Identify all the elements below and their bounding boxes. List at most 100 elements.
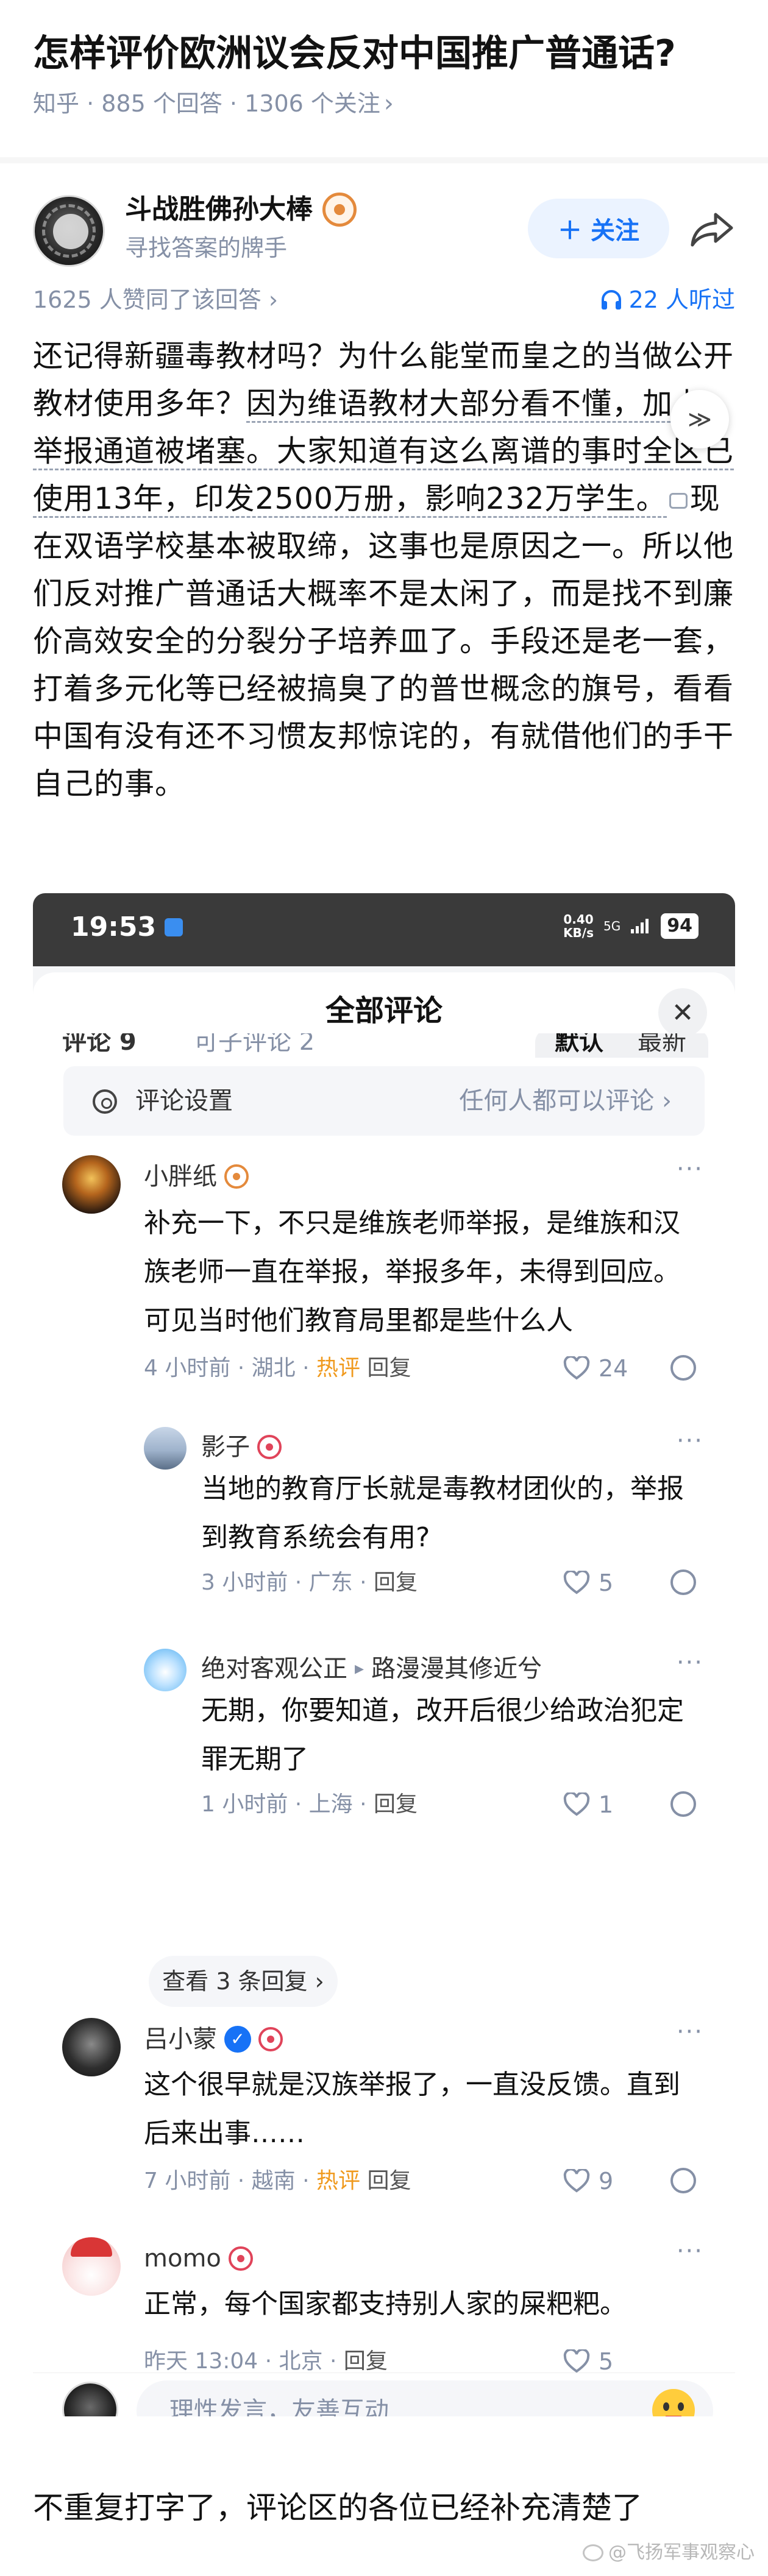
- answer-stats: 1625 人赞同了该回答 › 22 人听过: [33, 281, 735, 318]
- collapse-answer-button[interactable]: ≫: [670, 390, 729, 448]
- comments-sheet: 全部评论 ✕ 评论 9 可子评论 2 默认 最新 评论设置 任何人都可以评论 ›…: [33, 972, 735, 2416]
- level-badge-icon: [228, 2246, 253, 2271]
- battery-level: 94: [661, 913, 699, 939]
- commenter-avatar[interactable]: [144, 1427, 187, 1470]
- like-button[interactable]: 9: [563, 2165, 613, 2197]
- sort-toggle: 默认 最新: [535, 1033, 708, 1058]
- reply-button[interactable]: 回复: [374, 1792, 418, 1817]
- share-icon[interactable]: [689, 211, 735, 247]
- like-button[interactable]: 1: [563, 1789, 613, 1821]
- reply-button[interactable]: 回复: [367, 1356, 411, 1381]
- like-button[interactable]: 24: [563, 1353, 628, 1384]
- commenter-name[interactable]: 绝对客观公正: [201, 1651, 347, 1686]
- commenter-avatar[interactable]: [62, 2018, 121, 2076]
- reply-button[interactable]: 回复: [344, 2349, 388, 2374]
- settings-value: 任何人都可以评论 ›: [459, 1087, 672, 1115]
- verified-badge-icon: ✓: [224, 2026, 251, 2053]
- section-divider: [0, 157, 768, 163]
- commenter-name-wrap: momo: [144, 2241, 253, 2276]
- view-more-replies-button[interactable]: 查看 3 条回复 ›: [149, 1956, 338, 2007]
- level-badge-icon: [258, 2027, 283, 2051]
- listen-count: 22 人听过: [628, 286, 735, 313]
- comment-time-location: 3 小时前 · 广东 ·: [201, 1570, 374, 1595]
- network-speed-unit: KB/s: [563, 925, 594, 940]
- headphones-icon: [601, 290, 621, 310]
- status-indicators: 0.40 KB/s 5G 94: [563, 913, 699, 939]
- question-meta[interactable]: 知乎 · 885 个回答 · 1306 个关注 ›: [33, 87, 394, 121]
- like-count: 24: [599, 1355, 628, 1382]
- commenter-name-wrap: 绝对客观公正 ▸ 路漫漫其修近兮: [201, 1651, 542, 1686]
- heart-icon: [563, 1356, 590, 1380]
- like-button[interactable]: 5: [563, 1567, 613, 1599]
- signal-bars-icon: [631, 919, 649, 933]
- dislike-icon[interactable]: [670, 1355, 696, 1381]
- more-options-icon[interactable]: ···: [677, 1427, 703, 1455]
- santa-hat-decoration: [71, 2237, 112, 2257]
- dislike-icon[interactable]: [670, 1569, 696, 1595]
- comment-settings-bar[interactable]: 评论设置 任何人都可以评论 ›: [63, 1066, 705, 1136]
- more-options-icon[interactable]: ···: [677, 2018, 703, 2046]
- sort-default[interactable]: 默认: [555, 1033, 603, 1054]
- comment-meta: 4 小时前 · 湖北 · 热评 回复: [144, 1353, 411, 1384]
- comment-meta: 7 小时前 · 越南 · 热评 回复: [144, 2165, 411, 2197]
- like-count: 9: [599, 2168, 614, 2195]
- commenter-avatar[interactable]: [62, 2237, 121, 2296]
- comment-meta: 1 小时前 · 上海 · 回复: [201, 1789, 418, 1821]
- agree-count[interactable]: 1625 人赞同了该回答 ›: [33, 286, 278, 313]
- dislike-icon[interactable]: [670, 1791, 696, 1817]
- hot-comment-tag: 热评: [316, 1356, 361, 1381]
- emoji-icon[interactable]: [652, 2389, 695, 2416]
- question-meta-text: 知乎 · 885 个回答 · 1306 个关注: [33, 90, 380, 117]
- listen-count-wrap[interactable]: 22 人听过: [600, 281, 735, 318]
- question-title[interactable]: 怎样评价欧洲议会反对中国推广普通话?: [33, 26, 740, 82]
- author-row: 斗战胜佛孙大棒 寻找答案的牌手 ＋ 关注: [0, 183, 768, 274]
- author-name[interactable]: 斗战胜佛孙大棒: [125, 190, 313, 229]
- author-name-wrap[interactable]: 斗战胜佛孙大棒: [125, 190, 357, 229]
- commenter-name[interactable]: 小胖纸: [144, 1159, 217, 1194]
- watermark-text: @飞扬军事观察心: [608, 2542, 755, 2563]
- comment-item: 吕小蒙 ✓ ··· 这个很早就是汉族举报了，一直没反馈。直到后来出事…… 7 小…: [33, 2018, 735, 2201]
- avatar-face-decoration: [53, 214, 88, 249]
- app-notification-icon: [165, 918, 183, 936]
- tab-comments[interactable]: 评论 9: [62, 1033, 137, 1054]
- level-badge-icon: [257, 1435, 282, 1459]
- more-options-icon[interactable]: ···: [677, 1649, 703, 1677]
- status-time: 19:53: [71, 911, 157, 943]
- phone-status-bar: 19:53 0.40 KB/s 5G 94: [33, 893, 735, 966]
- reply-button[interactable]: 回复: [367, 2168, 411, 2193]
- comment-time-location: 4 小时前 · 湖北 ·: [144, 1356, 317, 1381]
- answer-body: 还记得新疆毒教材吗？为什么能堂而皇之的当做公开教材使用多年？因为维语教材大部分看…: [33, 333, 734, 808]
- comment-time-location: 1 小时前 · 上海 ·: [201, 1792, 374, 1817]
- commenter-name[interactable]: momo: [144, 2241, 221, 2276]
- comment-input-bar: 理性发言，友善互动: [33, 2373, 735, 2416]
- watermark: @飞扬军事观察心: [583, 2539, 755, 2566]
- follow-button[interactable]: ＋ 关注: [528, 199, 669, 258]
- commenter-name[interactable]: 吕小蒙: [144, 2022, 217, 2057]
- more-options-icon[interactable]: ···: [677, 1155, 703, 1183]
- weibo-logo-icon: [583, 2544, 603, 2561]
- dislike-icon[interactable]: [670, 2168, 696, 2193]
- heart-icon: [563, 1571, 590, 1594]
- commenter-avatar[interactable]: [62, 1155, 121, 1214]
- more-options-icon[interactable]: ···: [677, 2237, 703, 2265]
- comment-time-location: 昨天 13:04 · 北京 ·: [144, 2349, 344, 2374]
- comment-input[interactable]: 理性发言，友善互动: [137, 2380, 713, 2416]
- comment-input-placeholder: 理性发言，友善互动: [169, 2397, 389, 2416]
- commenter-avatar[interactable]: [144, 1649, 187, 1691]
- sort-latest[interactable]: 最新: [638, 1033, 686, 1054]
- tab-sub-comments[interactable]: 可子评论 2: [194, 1033, 315, 1054]
- like-count: 5: [599, 1569, 614, 1596]
- creator-badge-icon: [322, 193, 357, 227]
- segment-comment-icon[interactable]: [669, 492, 688, 509]
- comment-text: 当地的教育厅长就是毒教材团伙的，举报到教育系统会有用?: [201, 1473, 684, 1553]
- reply-to-name[interactable]: 路漫漫其修近兮: [371, 1651, 542, 1686]
- close-icon[interactable]: ✕: [658, 988, 707, 1037]
- settings-icon: [93, 1089, 117, 1114]
- commenter-name-wrap: 小胖纸: [144, 1159, 249, 1194]
- comment-text: 正常，每个国家都支持别人家的屎粑粑。: [144, 2288, 627, 2319]
- heart-icon: [563, 2169, 590, 2193]
- hot-comment-tag: 热评: [316, 2168, 361, 2193]
- author-avatar[interactable]: [33, 195, 105, 267]
- commenter-name[interactable]: 影子: [201, 1429, 250, 1465]
- reply-button[interactable]: 回复: [374, 1570, 418, 1595]
